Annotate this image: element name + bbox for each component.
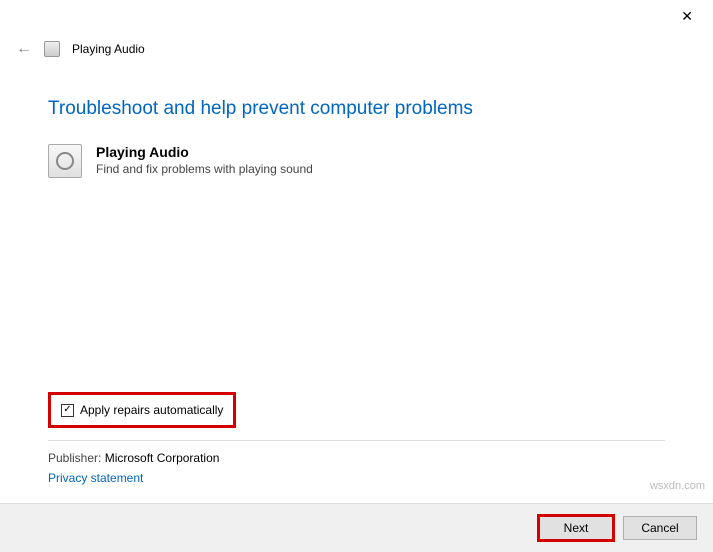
checkbox-icon[interactable] <box>61 404 74 417</box>
item-text: Playing Audio Find and fix problems with… <box>96 144 313 178</box>
speaker-icon <box>48 144 82 178</box>
separator <box>48 440 665 441</box>
content-area: Troubleshoot and help prevent computer p… <box>0 70 713 503</box>
troubleshooter-window: ✕ ← Playing Audio Troubleshoot and help … <box>0 0 713 552</box>
apply-repairs-checkbox-group[interactable]: Apply repairs automatically <box>48 392 236 428</box>
close-icon[interactable]: ✕ <box>673 4 701 29</box>
titlebar: ✕ <box>0 0 713 32</box>
item-title: Playing Audio <box>96 144 313 160</box>
header: ← Playing Audio <box>0 32 713 70</box>
footer: Next Cancel <box>0 503 713 552</box>
watermark: wsxdn.com <box>650 480 705 492</box>
item-description: Find and fix problems with playing sound <box>96 162 313 176</box>
privacy-link[interactable]: Privacy statement <box>48 471 665 485</box>
header-title: Playing Audio <box>72 42 145 56</box>
publisher-row: Publisher: Microsoft Corporation <box>48 451 665 465</box>
publisher-value: Microsoft Corporation <box>105 451 220 465</box>
cancel-button[interactable]: Cancel <box>623 516 697 540</box>
publisher-label: Publisher: <box>48 451 101 465</box>
back-arrow-icon[interactable]: ← <box>16 40 32 58</box>
troubleshooter-icon <box>44 41 60 57</box>
checkbox-label: Apply repairs automatically <box>80 403 223 417</box>
troubleshooter-item: Playing Audio Find and fix problems with… <box>48 144 665 178</box>
next-button[interactable]: Next <box>539 516 613 540</box>
page-heading: Troubleshoot and help prevent computer p… <box>48 98 665 120</box>
